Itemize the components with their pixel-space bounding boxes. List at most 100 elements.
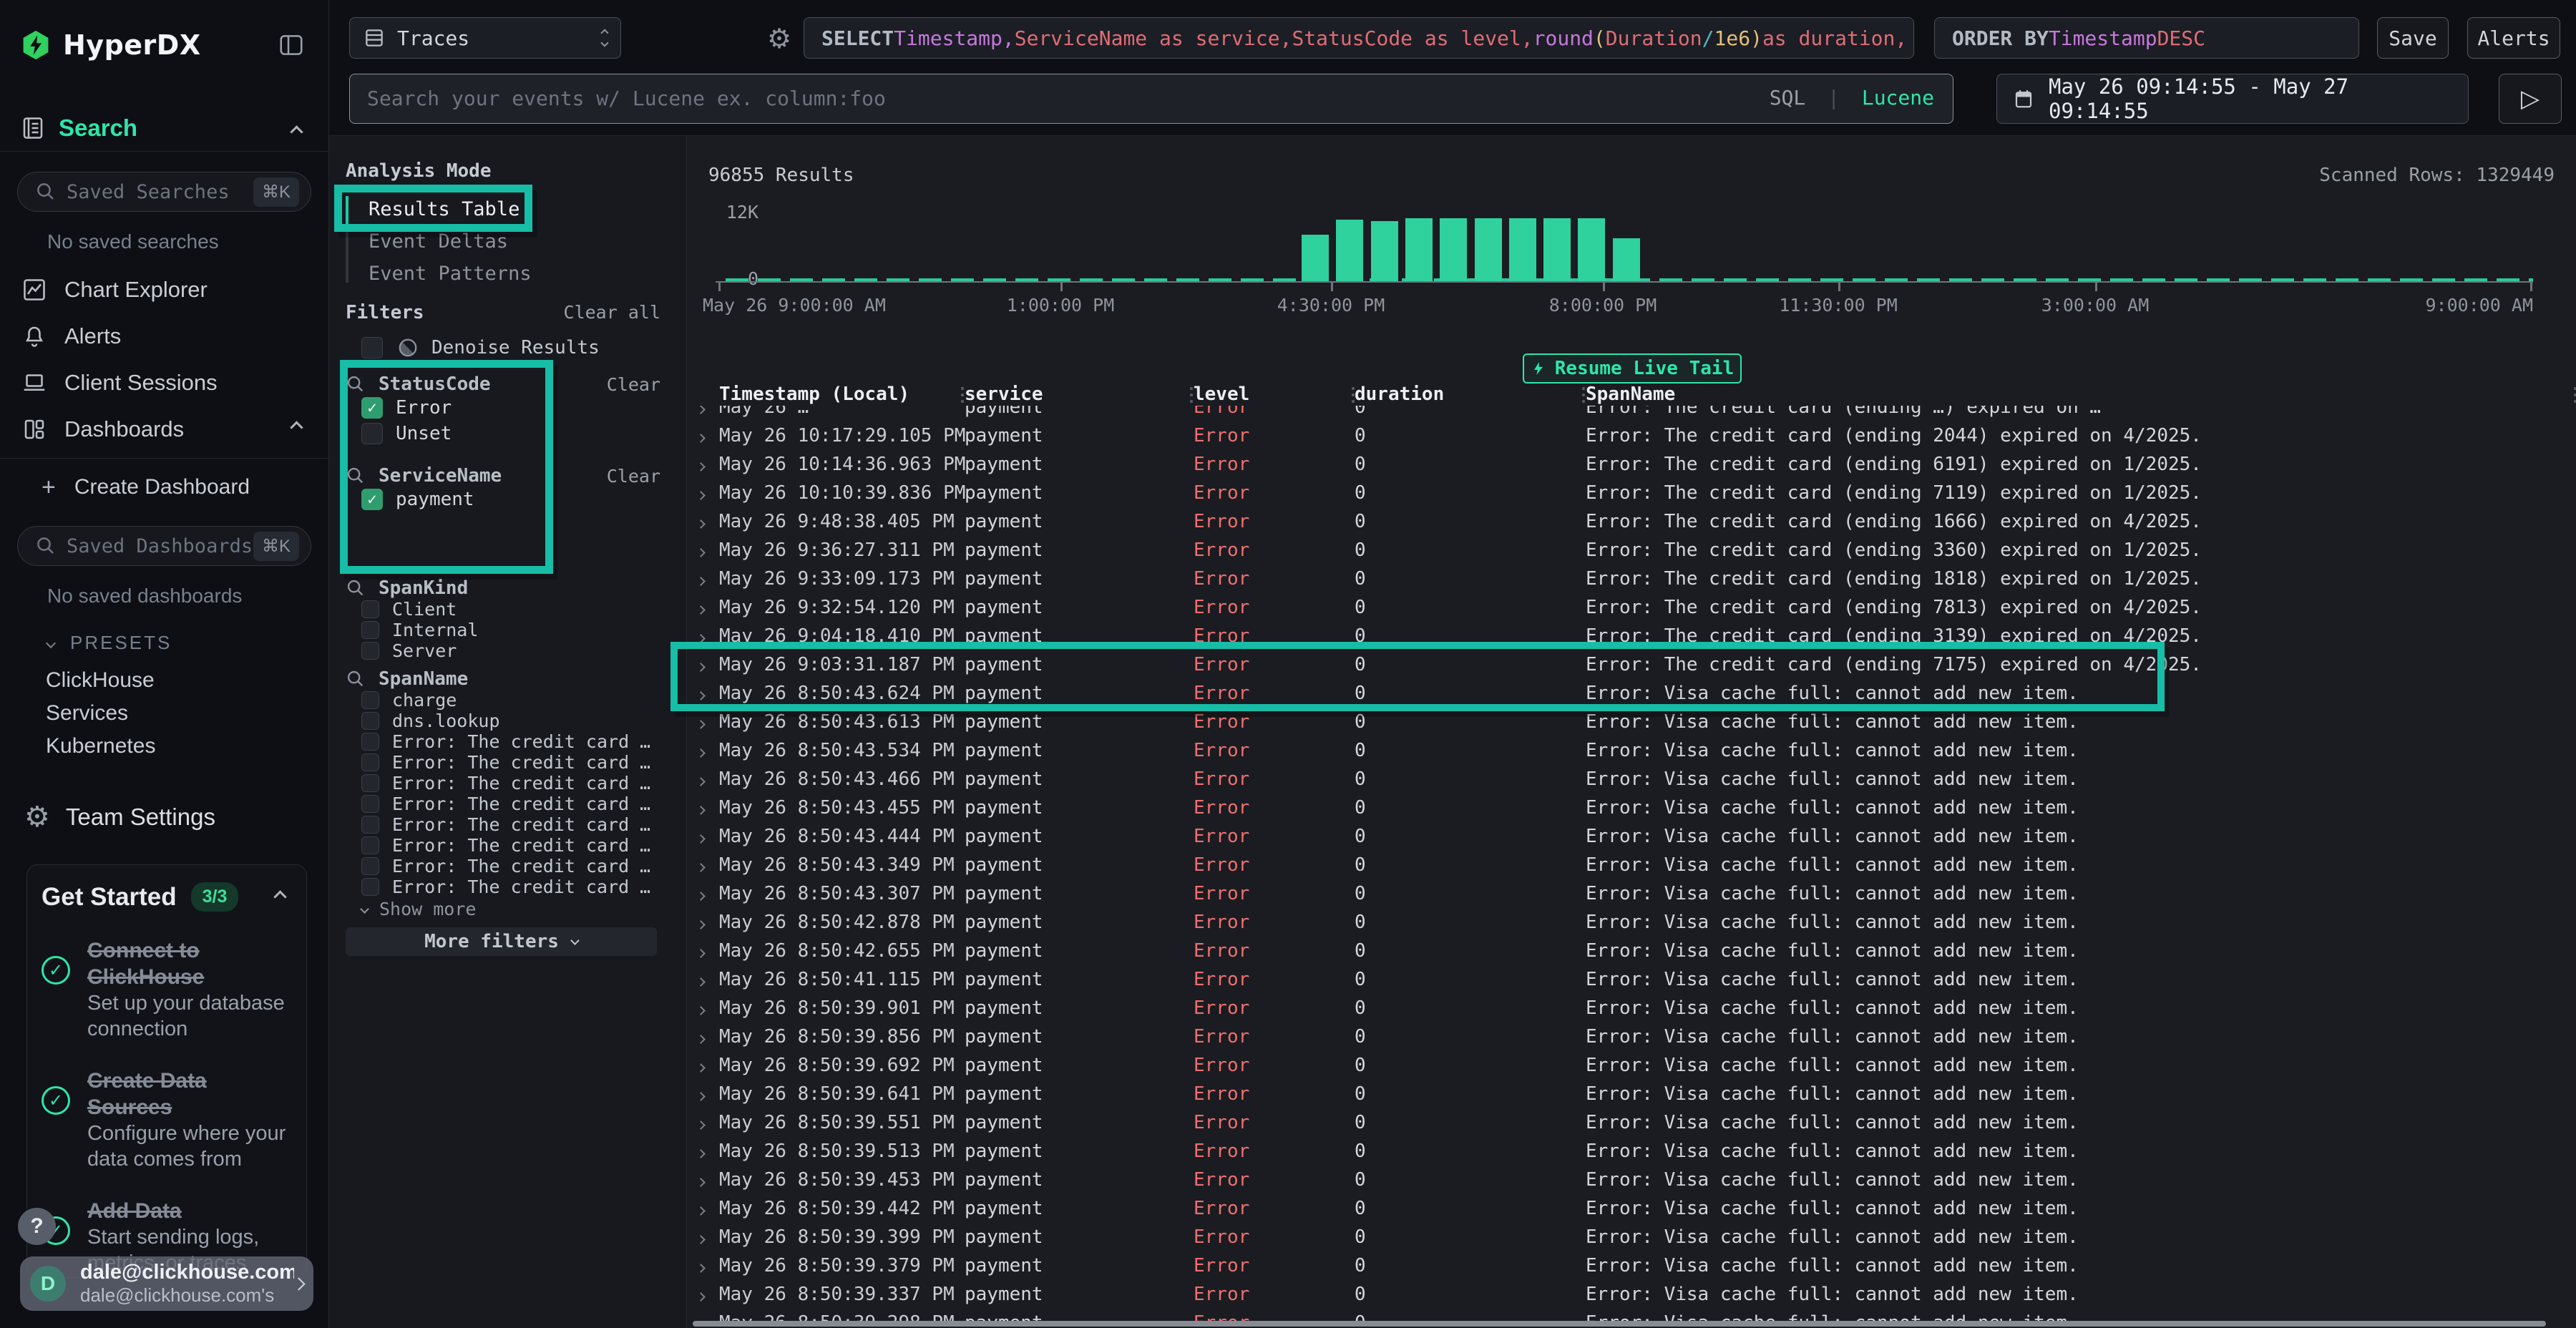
denoise-results-row[interactable]: Denoise Results <box>346 332 686 363</box>
row-expand-chevron-icon[interactable] <box>698 568 719 590</box>
language-lucene-option[interactable]: Lucene <box>1862 86 1934 109</box>
checkbox[interactable] <box>361 857 379 875</box>
row-expand-chevron-icon[interactable] <box>698 997 719 1019</box>
facet-option[interactable]: Client <box>346 599 686 620</box>
checkbox[interactable] <box>361 878 379 896</box>
search-input[interactable] <box>350 74 1752 122</box>
column-resize-handle[interactable]: ⋮ <box>1574 384 1593 406</box>
table-row[interactable]: May 26 9:03:31.187 PMpaymentError0Error:… <box>687 650 2576 679</box>
checkbox[interactable] <box>361 836 379 854</box>
column-header-spanname[interactable]: SpanName <box>1586 384 2576 405</box>
create-dashboard-button[interactable]: + Create Dashboard <box>0 469 328 506</box>
table-row[interactable]: May 26 8:50:43.466 PMpaymentError0Error:… <box>687 765 2576 794</box>
table-row[interactable]: May 26 8:50:39.901 PMpaymentError0Error:… <box>687 994 2576 1022</box>
row-expand-chevron-icon[interactable] <box>698 597 719 618</box>
histogram-bar[interactable] <box>1440 218 1467 281</box>
clear-all-link[interactable]: Clear all <box>564 302 660 323</box>
column-resize-handle[interactable]: ⋮ <box>2566 384 2576 406</box>
column-header-timestamp[interactable]: Timestamp (Local) <box>719 384 965 405</box>
sidebar-item-client-sessions[interactable]: Client Sessions <box>0 359 328 406</box>
facet-option[interactable]: Error: The credit card … <box>346 877 686 897</box>
facet-option[interactable]: Error: The credit card … <box>346 794 686 814</box>
alerts-button[interactable]: Alerts <box>2467 17 2560 59</box>
table-row[interactable]: May 26 8:50:43.534 PMpaymentError0Error:… <box>687 736 2576 765</box>
checkbox[interactable] <box>361 621 379 639</box>
table-row[interactable]: May 26 8:50:43.613 PMpaymentError0Error:… <box>687 708 2576 736</box>
table-row[interactable]: May 26 8:50:41.115 PMpaymentError0Error:… <box>687 965 2576 994</box>
save-button[interactable]: Save <box>2377 17 2449 59</box>
table-row[interactable]: May 26 8:50:39.513 PMpaymentError0Error:… <box>687 1137 2576 1166</box>
row-expand-chevron-icon[interactable] <box>698 482 719 504</box>
row-expand-chevron-icon[interactable] <box>698 826 719 847</box>
user-account-card[interactable]: D dale@clickhouse.com dale@clickhouse.co… <box>20 1256 313 1311</box>
table-row[interactable]: May 26 9:32:54.120 PMpaymentError0Error:… <box>687 593 2576 622</box>
row-expand-chevron-icon[interactable] <box>698 406 719 418</box>
run-query-button[interactable]: ▷ <box>2499 74 2562 124</box>
table-row[interactable]: May 26 8:50:39.379 PMpaymentError0Error:… <box>687 1251 2576 1280</box>
column-header-service[interactable]: service <box>965 384 1194 405</box>
table-row[interactable]: May 26 8:50:39.453 PMpaymentError0Error:… <box>687 1166 2576 1194</box>
row-expand-chevron-icon[interactable] <box>698 768 719 790</box>
column-header-duration[interactable]: duration <box>1355 384 1586 405</box>
source-select[interactable]: Traces <box>349 17 621 59</box>
checkbox[interactable] <box>361 816 379 834</box>
facet-option[interactable]: dns.lookup <box>346 711 686 731</box>
table-row[interactable]: May 26 8:50:43.455 PMpaymentError0Error:… <box>687 794 2576 822</box>
row-expand-chevron-icon[interactable] <box>698 940 719 962</box>
row-expand-chevron-icon[interactable] <box>698 1141 719 1162</box>
checkbox[interactable] <box>361 774 379 792</box>
row-expand-chevron-icon[interactable] <box>698 654 719 675</box>
row-expand-chevron-icon[interactable] <box>698 1198 719 1219</box>
row-expand-chevron-icon[interactable] <box>698 1026 719 1048</box>
analysis-mode-results-table[interactable]: Results Table <box>358 193 686 225</box>
sidebar-item-alerts[interactable]: Alerts <box>0 313 328 359</box>
checkbox[interactable] <box>361 600 379 618</box>
sql-select-editor[interactable]: SELECT Timestamp, ServiceName as service… <box>804 17 1914 59</box>
show-more-link[interactable]: Show more <box>346 899 686 919</box>
order-by-editor[interactable]: ORDER BY Timestamp DESC <box>1934 17 2359 59</box>
facet-clear-link[interactable]: Clear <box>607 466 660 487</box>
column-resize-handle[interactable]: ⋮ <box>1182 384 1201 406</box>
table-row[interactable]: May 26 8:50:39.641 PMpaymentError0Error:… <box>687 1080 2576 1108</box>
row-expand-chevron-icon[interactable] <box>698 425 719 446</box>
presets-toggle[interactable]: PRESETS <box>47 632 328 654</box>
histogram-bar[interactable] <box>1543 218 1571 281</box>
table-row[interactable]: May 26 9:36:27.311 PMpaymentError0Error:… <box>687 536 2576 565</box>
table-row[interactable]: May 26 8:50:39.399 PMpaymentError0Error:… <box>687 1223 2576 1251</box>
facet-clear-link[interactable]: Clear <box>607 374 660 395</box>
sidebar-item-team-settings[interactable]: ⚙ Team Settings <box>0 794 328 840</box>
histogram-bar[interactable] <box>1509 218 1536 281</box>
sidebar-item-dashboards[interactable]: Dashboards <box>0 406 328 452</box>
checkbox-checked[interactable]: ✓ <box>361 489 383 510</box>
sidebar-item-chart-explorer[interactable]: Chart Explorer <box>0 266 328 313</box>
row-expand-chevron-icon[interactable] <box>698 1312 719 1321</box>
checkbox[interactable] <box>361 691 379 709</box>
table-row[interactable]: May 26 8:50:39.551 PMpaymentError0Error:… <box>687 1108 2576 1137</box>
table-row[interactable]: May 26 8:50:42.655 PMpaymentError0Error:… <box>687 937 2576 965</box>
histogram-bar[interactable] <box>1302 235 1329 281</box>
analysis-mode-event-deltas[interactable]: Event Deltas <box>358 225 686 258</box>
table-row[interactable]: May 26 9:33:09.173 PMpaymentError0Error:… <box>687 565 2576 593</box>
facet-option[interactable]: ✓Error <box>346 395 686 421</box>
table-row[interactable]: May 26 …paymentError0Error: The credit c… <box>687 406 2576 421</box>
sidebar-collapse-icon[interactable] <box>277 31 306 59</box>
row-expand-chevron-icon[interactable] <box>698 854 719 876</box>
chevron-up-icon[interactable] <box>290 125 303 138</box>
table-row[interactable]: May 26 8:50:39.298 PMpaymentError0Error:… <box>687 1309 2576 1321</box>
table-row[interactable]: May 26 8:50:39.692 PMpaymentError0Error:… <box>687 1051 2576 1080</box>
table-row[interactable]: May 26 8:50:43.444 PMpaymentError0Error:… <box>687 822 2576 851</box>
facet-option[interactable]: Error: The credit card … <box>346 835 686 856</box>
table-row[interactable]: May 26 9:48:38.405 PMpaymentError0Error:… <box>687 507 2576 536</box>
table-row[interactable]: May 26 8:50:43.349 PMpaymentError0Error:… <box>687 851 2576 879</box>
facet-option[interactable]: Error: The credit card … <box>346 856 686 877</box>
chevron-up-icon[interactable] <box>290 421 303 434</box>
horizontal-scrollbar[interactable] <box>693 1321 2546 1327</box>
sidebar-item-search[interactable]: Search <box>0 90 328 152</box>
row-expand-chevron-icon[interactable] <box>698 883 719 904</box>
date-range-picker[interactable]: May 26 09:14:55 - May 27 09:14:55 <box>1996 74 2469 124</box>
checkbox[interactable] <box>361 795 379 813</box>
analysis-mode-event-patterns[interactable]: Event Patterns <box>358 258 686 290</box>
table-row[interactable]: May 26 8:50:43.307 PMpaymentError0Error:… <box>687 879 2576 908</box>
checkbox[interactable] <box>361 753 379 771</box>
column-resize-handle[interactable]: ⋮ <box>1344 384 1362 406</box>
